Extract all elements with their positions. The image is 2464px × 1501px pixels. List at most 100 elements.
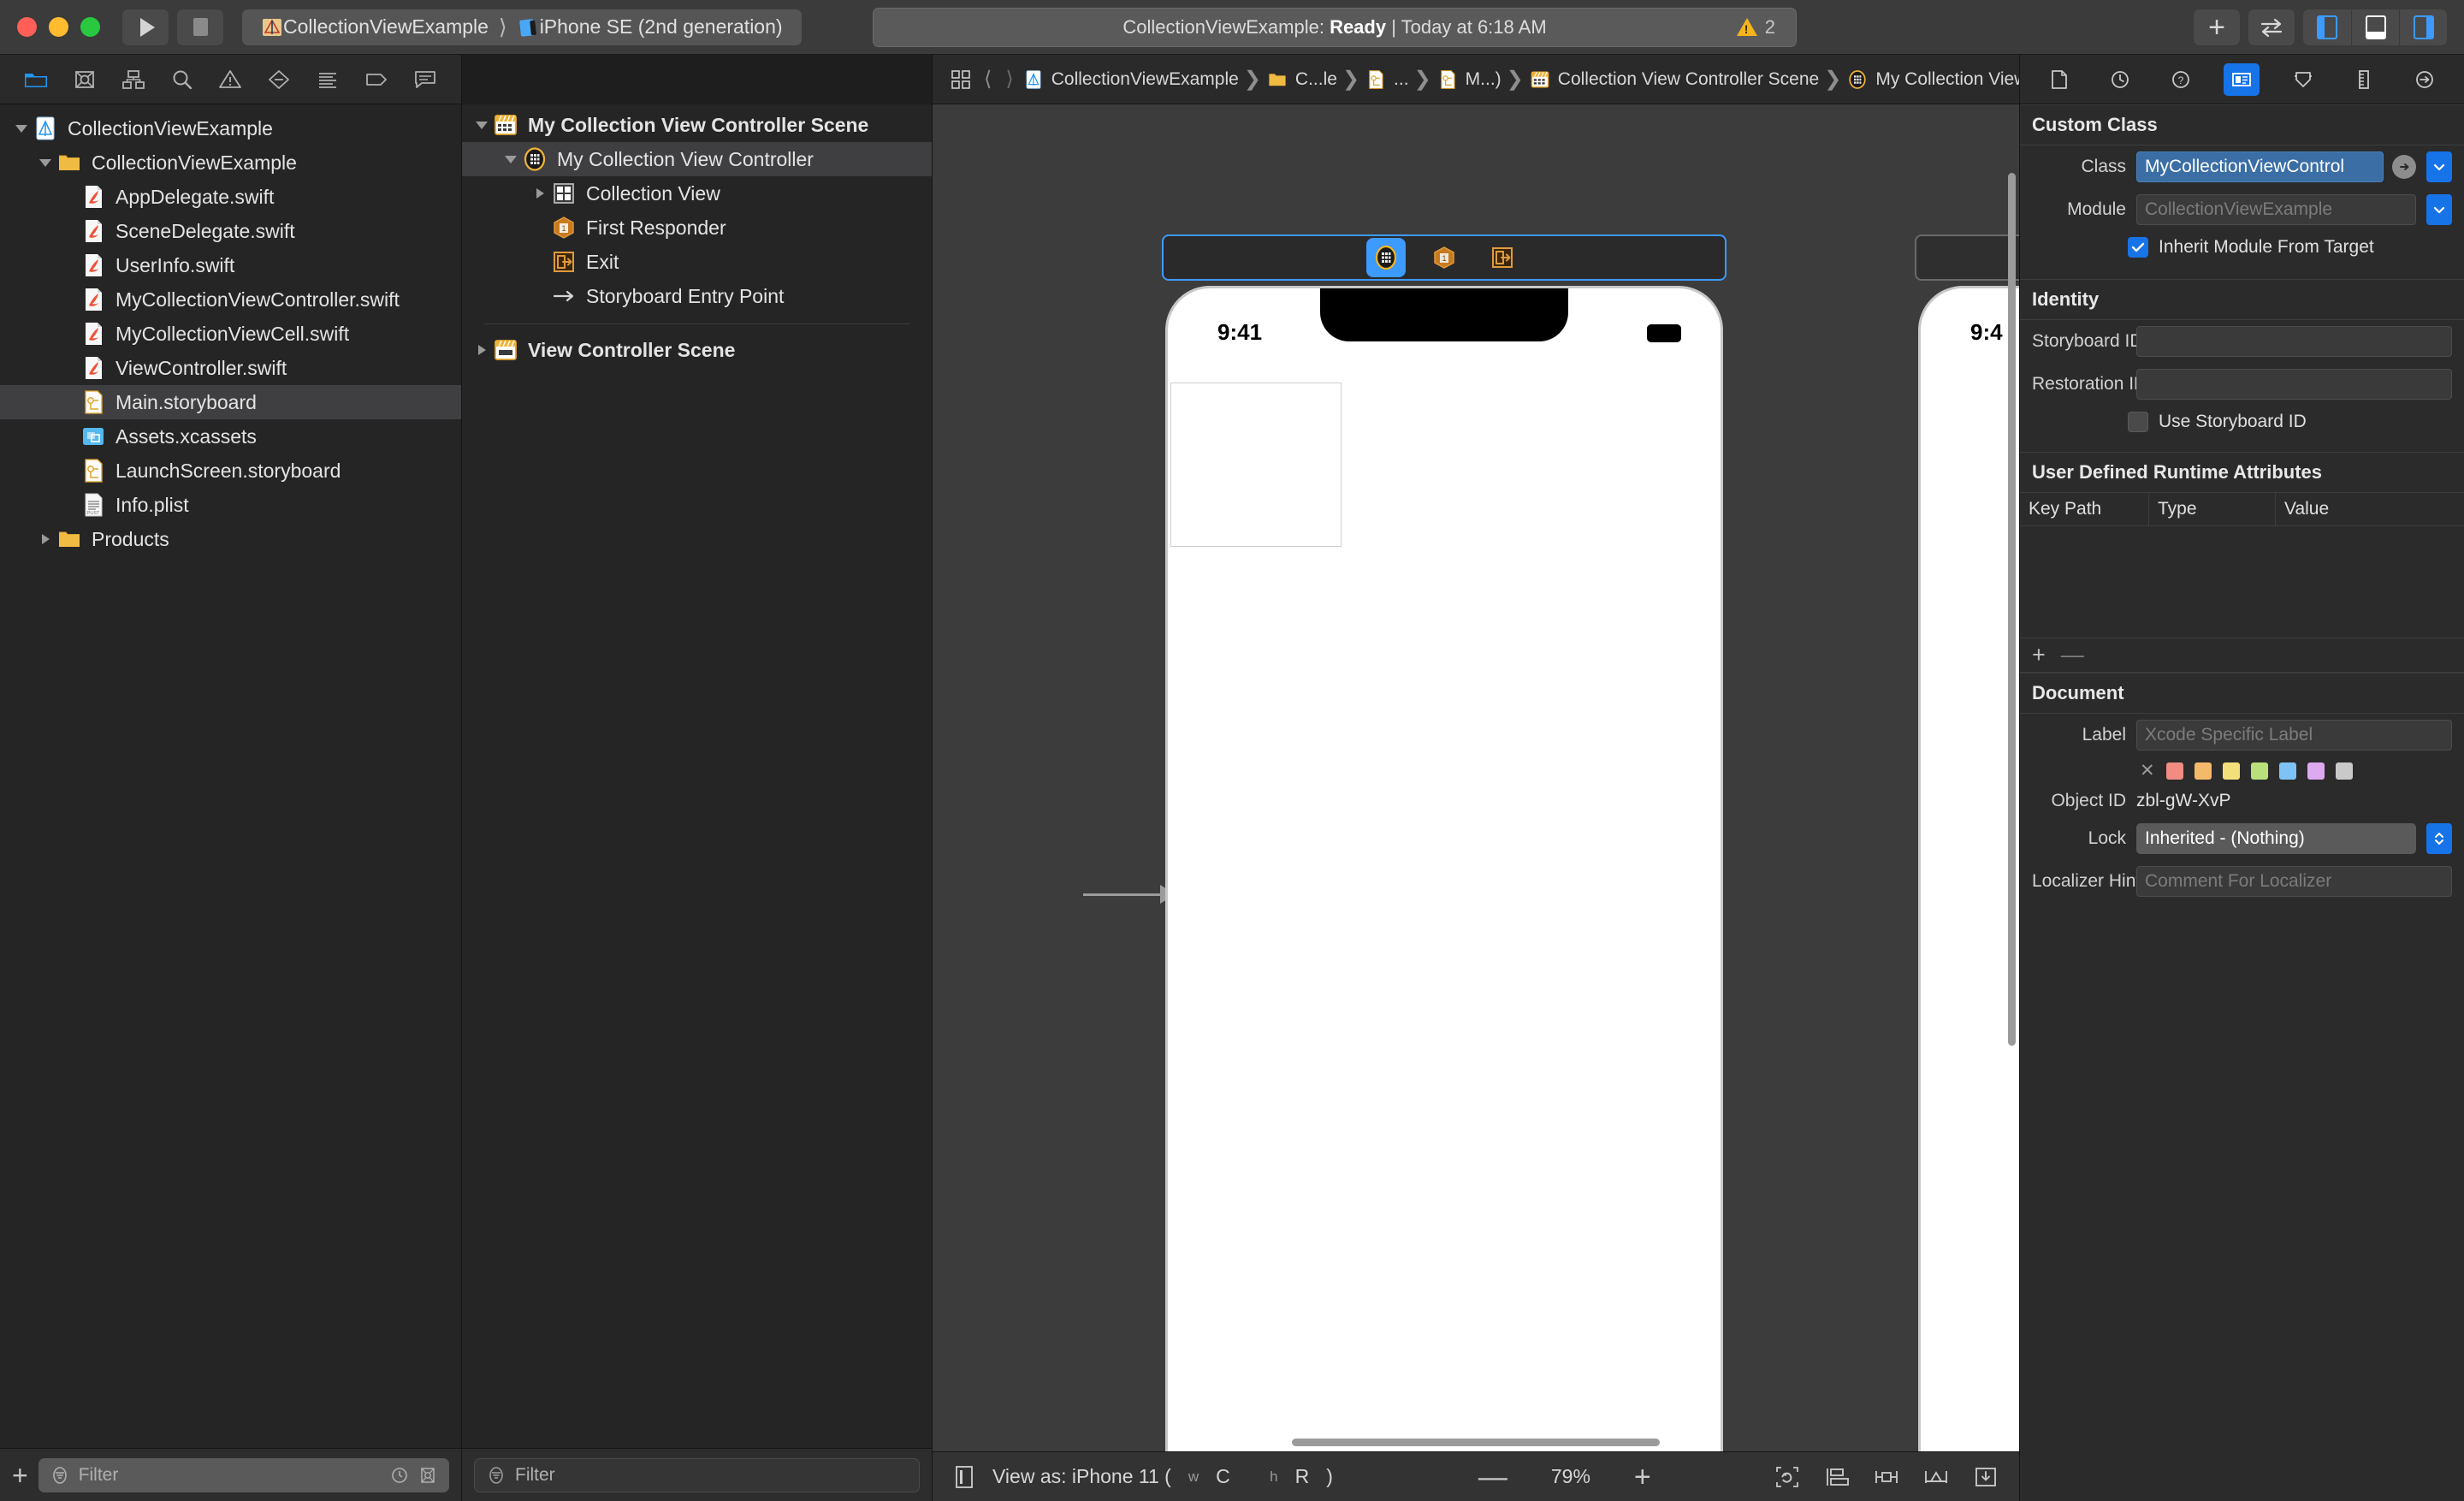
navigator-tab-hierarchy[interactable] — [115, 63, 152, 96]
color-swatch[interactable] — [2335, 762, 2353, 780]
inspector-tab-attributes[interactable] — [2285, 63, 2321, 96]
navigator-tab-breakpoints[interactable] — [260, 63, 298, 96]
disclosure-triangle[interactable] — [34, 158, 56, 167]
navigator-tab-project[interactable] — [17, 63, 55, 96]
navigator-tab-find[interactable] — [163, 63, 201, 96]
outline-filter-field[interactable]: Filter — [474, 1457, 920, 1492]
navigator-row[interactable]: Assets.xcassets — [0, 419, 461, 454]
stop-button[interactable] — [177, 9, 223, 45]
class-field[interactable]: MyCollectionViewControl — [2136, 151, 2384, 182]
udra-add-button[interactable]: + — [2032, 644, 2046, 667]
back-button[interactable]: ⟨ — [979, 67, 997, 92]
color-swatch[interactable] — [2307, 762, 2325, 780]
canvas-vertical-scrollbar[interactable] — [2008, 173, 2016, 1046]
zoom-in-button[interactable]: + — [1634, 1462, 1651, 1492]
align-icon[interactable] — [1824, 1465, 1850, 1489]
module-field[interactable]: CollectionViewExample — [2136, 194, 2416, 225]
navigator-row[interactable]: SceneDelegate.swift — [0, 214, 461, 248]
navigator-row[interactable]: AppDelegate.swift — [0, 180, 461, 214]
close-window-button[interactable] — [17, 17, 37, 37]
color-swatch[interactable] — [2278, 762, 2296, 780]
lock-popup-button[interactable]: Inherited - (Nothing) — [2136, 823, 2416, 854]
navigator-tab-issues[interactable] — [211, 63, 249, 96]
document-label-field[interactable]: Xcode Specific Label — [2136, 720, 2452, 750]
navigator-tab-reports[interactable] — [309, 63, 346, 96]
inspector-tab-file[interactable] — [2041, 63, 2077, 96]
canvas-horizontal-scrollbar[interactable] — [1292, 1439, 1660, 1446]
interface-builder-canvas[interactable]: 1 9:41 9:4 — [933, 104, 2019, 1451]
navigator-tab-source-control[interactable] — [66, 63, 104, 96]
zoom-window-button[interactable] — [80, 17, 100, 37]
editor-options-button[interactable] — [2248, 9, 2295, 45]
library-button[interactable]: + — [2194, 9, 2240, 45]
scheme-selector[interactable]: CollectionViewExample ⟩ iPhone SE (2nd g… — [242, 9, 802, 45]
recent-files-icon[interactable] — [390, 1466, 409, 1485]
navigator-tab-tag[interactable] — [358, 63, 395, 96]
disclosure-triangle[interactable] — [500, 155, 522, 163]
resolve-issues-icon[interactable] — [1973, 1465, 1999, 1489]
scene-dock[interactable]: 1 — [1162, 234, 1727, 281]
navigator-row[interactable]: MyCollectionViewController.swift — [0, 282, 461, 317]
disclosure-triangle[interactable] — [471, 121, 493, 129]
outline-row[interactable]: My Collection View Controller Scene — [462, 108, 932, 142]
inspector-tab-size[interactable] — [2346, 63, 2382, 96]
outline-row[interactable]: Storyboard Entry Point — [462, 279, 932, 313]
inspector-tab-history[interactable] — [2102, 63, 2138, 96]
navigator-row[interactable]: CollectionViewExample — [0, 145, 461, 180]
clear-color-button[interactable]: ✕ — [2140, 760, 2155, 781]
inherit-module-checkbox[interactable] — [2128, 237, 2148, 258]
activity-status-view[interactable]: CollectionViewExample: Ready | Today at … — [873, 7, 1797, 47]
class-dropdown-button[interactable] — [2426, 151, 2452, 182]
navigator-row[interactable]: ViewController.swift — [0, 351, 461, 385]
dock-first-responder[interactable]: 1 — [1424, 238, 1464, 277]
update-frames-icon[interactable] — [1774, 1465, 1800, 1489]
view-as-label[interactable]: View as: iPhone 11 ( — [992, 1465, 1171, 1488]
source-control-filter-icon[interactable] — [418, 1466, 437, 1485]
udra-table-body[interactable] — [2020, 526, 2464, 638]
device-orientation-icon[interactable] — [953, 1464, 975, 1490]
inspector-tab-quick-help[interactable]: ? — [2163, 63, 2199, 96]
add-constraints-icon[interactable] — [1923, 1465, 1949, 1489]
navigator-filter-field[interactable]: Filter — [38, 1457, 449, 1492]
udra-remove-button[interactable]: — — [2061, 644, 2084, 667]
add-file-button[interactable]: + — [12, 1462, 28, 1489]
color-swatch[interactable] — [2194, 762, 2212, 780]
outline-row[interactable]: Exit — [462, 245, 932, 279]
dock-collection-view-controller[interactable] — [1366, 238, 1406, 277]
pin-icon[interactable] — [1874, 1465, 1899, 1489]
breadcrumb-item[interactable]: M...) — [1436, 68, 1502, 91]
outline-row[interactable]: View Controller Scene — [462, 333, 932, 367]
navigator-row[interactable]: MyCollectionViewCell.swift — [0, 317, 461, 351]
toggle-debug-area-button[interactable] — [2351, 9, 2399, 45]
outline-row[interactable]: My Collection View Controller — [462, 142, 932, 176]
breadcrumb-item[interactable]: CollectionViewExample — [1022, 68, 1239, 91]
disclosure-triangle[interactable] — [34, 534, 56, 544]
minimize-window-button[interactable] — [49, 17, 68, 37]
device-canvas-secondary[interactable]: 9:4 — [1918, 286, 2019, 1451]
navigator-row[interactable]: Main.storyboard — [0, 385, 461, 419]
color-swatch[interactable] — [2250, 762, 2268, 780]
device-canvas-primary[interactable]: 9:41 — [1165, 286, 1723, 1451]
disclosure-triangle[interactable] — [529, 188, 551, 199]
storyboard-id-field[interactable] — [2136, 326, 2452, 357]
collection-view-cell[interactable] — [1170, 383, 1342, 547]
localizer-hint-field[interactable]: Comment For Localizer — [2136, 866, 2452, 897]
dock-exit[interactable] — [1483, 238, 1522, 277]
navigator-row[interactable]: LaunchScreen.storyboard — [0, 454, 461, 488]
toggle-inspector-button[interactable] — [2399, 9, 2447, 45]
scene-dock-secondary[interactable] — [1915, 234, 2019, 281]
outline-row[interactable]: Collection View — [462, 176, 932, 211]
related-items-button[interactable] — [946, 65, 975, 94]
restoration-id-field[interactable] — [2136, 369, 2452, 400]
jump-to-class-button[interactable] — [2392, 155, 2416, 179]
forward-button[interactable]: ⟩ — [1000, 67, 1018, 92]
inspector-tab-identity[interactable] — [2224, 62, 2260, 96]
color-swatch[interactable] — [2222, 762, 2240, 780]
disclosure-triangle[interactable] — [10, 124, 33, 133]
breadcrumb-item[interactable]: Collection View Controller Scene — [1529, 68, 1819, 91]
toggle-navigator-button[interactable] — [2303, 9, 2351, 45]
module-dropdown-button[interactable] — [2426, 194, 2452, 225]
navigator-row[interactable]: CollectionViewExample — [0, 111, 461, 145]
inspector-tab-connections[interactable] — [2407, 63, 2443, 96]
breadcrumb-item[interactable]: My Collection View Controller — [1846, 68, 2019, 91]
